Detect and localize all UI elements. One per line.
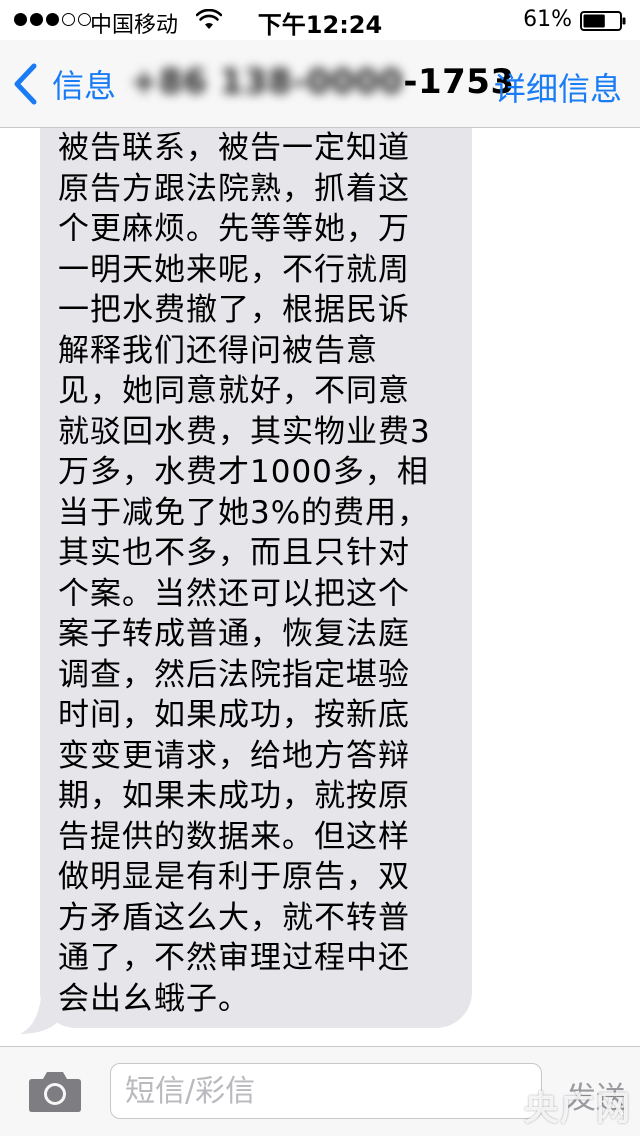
navigation-bar: 信息 +86 138-0000-1753 详细信息 bbox=[0, 40, 640, 128]
message-line: 一明天她来呢，不行就周 bbox=[58, 251, 410, 288]
message-line: 解释我们还得问被告意 bbox=[58, 332, 378, 369]
message-line: 一把水费撤了，根据民诉 bbox=[58, 292, 410, 328]
message-input[interactable] bbox=[110, 1063, 542, 1119]
message-line: 调查，然后法院指定堪验 bbox=[58, 656, 410, 693]
message-line: 个更麻烦。先等等她，万 bbox=[58, 211, 410, 247]
message-line: 案子转成普通，恢复法庭 bbox=[58, 616, 410, 652]
chevron-left-icon bbox=[14, 63, 37, 105]
back-button[interactable]: 信息 bbox=[12, 60, 116, 108]
battery-icon bbox=[580, 11, 626, 31]
contact-number: +86 138-0000-1753 bbox=[130, 62, 515, 102]
back-label: 信息 bbox=[52, 67, 117, 105]
details-button[interactable]: 详细信息 bbox=[494, 64, 622, 110]
message-line: 方矛盾这么大，就不转普 bbox=[58, 899, 410, 936]
message-line: 就驳回水费，其实物业费3 bbox=[58, 413, 431, 450]
message-line: 会出幺蛾子。 bbox=[58, 980, 250, 1017]
input-bar: 发送 央广网 bbox=[0, 1046, 640, 1136]
message-line: 通了，不然审理过程中还 bbox=[58, 940, 410, 976]
conversation-view[interactable]: 被告联系，被告一定知道 原告方跟法院熟，抓着这 个更麻烦。先等等她，万 一明天她来呢，… bbox=[0, 128, 640, 1046]
message-line: 其实也不多，而且只针对 bbox=[58, 535, 410, 571]
message-line: 万多，水费才1000多，相 bbox=[58, 454, 429, 490]
message-line: 被告联系，被告一定知道 bbox=[58, 130, 410, 166]
message-line: 做明显是有利于原告，双 bbox=[58, 859, 410, 895]
message-line: 个案。当然还可以把这个 bbox=[58, 575, 410, 612]
status-bar: 中国移动 下午12:24 61% bbox=[0, 0, 640, 40]
message-line: 期，如果未成功，就按原 bbox=[58, 778, 410, 814]
message-line: 见，她同意就好，不同意 bbox=[58, 373, 410, 409]
message-line: 原告方跟法院熟，抓着这 bbox=[58, 170, 410, 207]
message-line: 时间，如果成功，按新底 bbox=[58, 697, 410, 733]
messages-screen: 中国移动 下午12:24 61% 信息 +86 138-0000-1753 详细… bbox=[0, 0, 640, 1136]
message-line: 变变更请求，给地方答辩 bbox=[58, 737, 410, 774]
camera-icon[interactable] bbox=[28, 1069, 82, 1113]
message-line: 告提供的数据来。但这样 bbox=[58, 818, 410, 855]
battery-percent: 61% bbox=[523, 7, 572, 32]
send-button[interactable]: 发送 bbox=[566, 1073, 626, 1117]
message-line: 当于减免了她3%的费用， bbox=[58, 494, 430, 531]
message-text: 被告联系，被告一定知道 原告方跟法院熟，抓着这 个更麻烦。先等等她，万 一明天她来呢，… bbox=[58, 128, 468, 1019]
contact-number-blurred: +86 138-0000 bbox=[130, 62, 404, 102]
